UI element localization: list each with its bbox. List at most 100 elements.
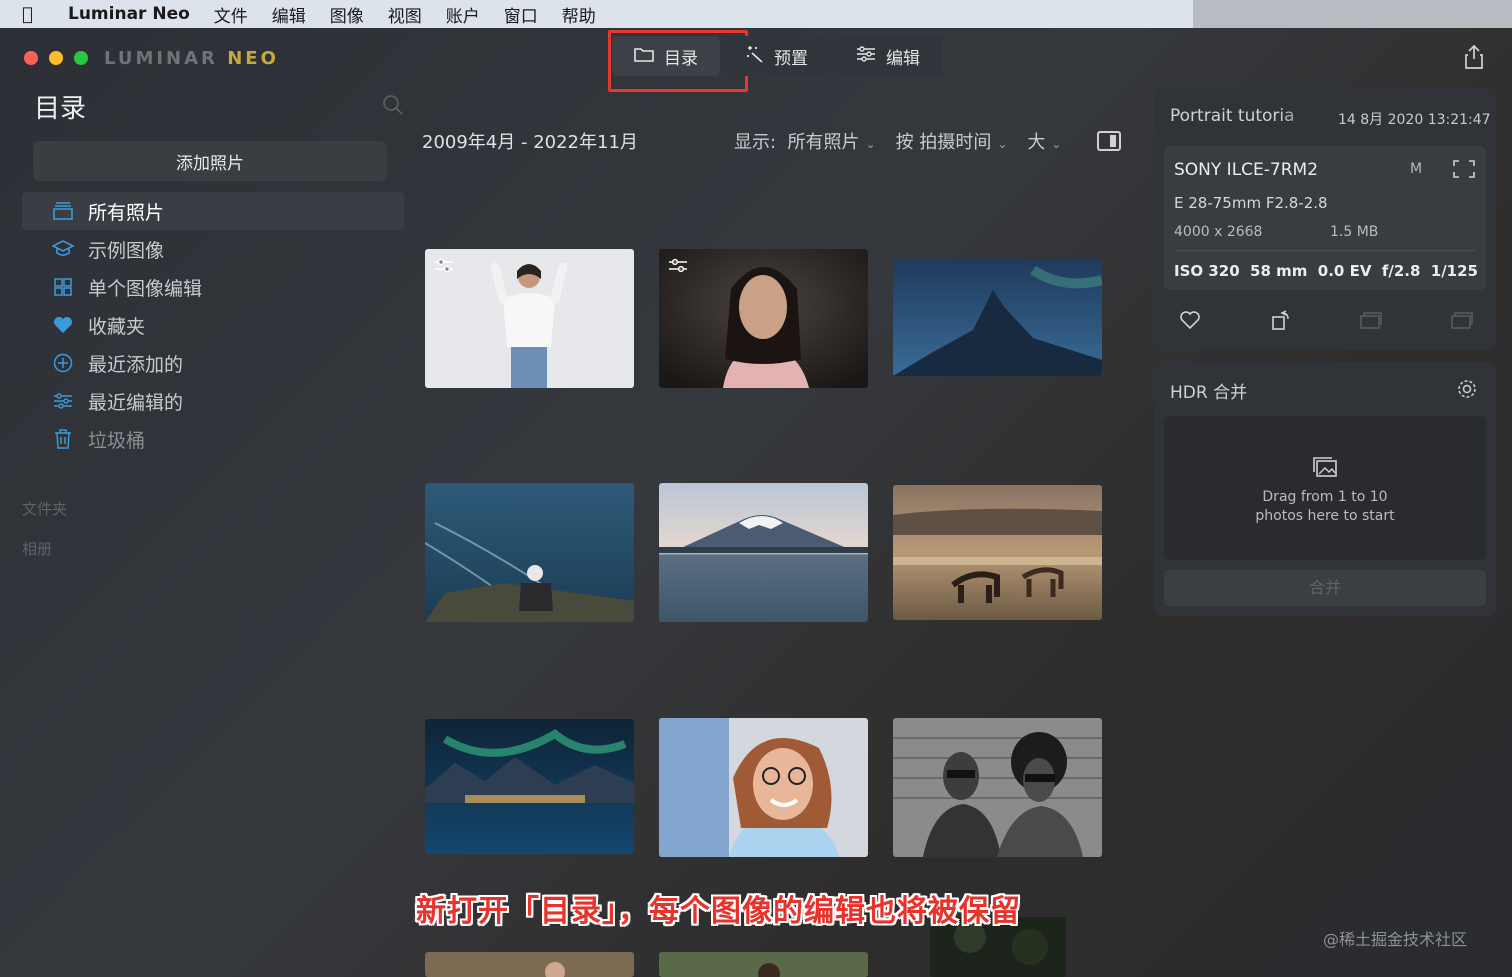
apple-icon[interactable]:  [22,4,44,25]
sidebar-item-label: 示例图像 [88,239,165,262]
date-range: 2009年4月 - 2022年11月 [422,132,638,153]
sidebar-item-sample-images[interactable]: 示例图像 [22,230,404,268]
gear-icon[interactable] [1456,378,1478,400]
top-tabs: 目录 预置 编辑 [612,36,942,78]
sidebar-title: 目录 [34,94,87,124]
chevron-down-icon: ⌄ [997,137,1008,151]
camera-model: SONY ILCE-7RM2 [1174,160,1319,180]
photo-thumb-portrait-woman[interactable] [659,249,868,388]
photo-thumb-portrait-white[interactable] [425,249,634,388]
filter-bar: 显示: 所有照片 ⌄ 按 拍摄时间 ⌄ 大 ⌄ [734,128,1061,154]
edited-badge-icon [433,257,455,275]
graduation-cap-icon [52,238,74,260]
sidebar-item-label: 收藏夹 [88,315,146,338]
thumbnail-size-dropdown[interactable]: 大 ⌄ [1027,128,1061,154]
app-window: LUMINAR NEO 目录 预置 编辑 目录 添加照片 所有照片 示例图像 单… [0,28,1512,977]
edited-badge-icon [667,257,689,275]
menu-app-name[interactable]: Luminar Neo [68,4,190,24]
stack-copy-icon[interactable] [1359,308,1383,332]
share-icon[interactable] [1462,44,1486,70]
photo-thumb-smiling-woman[interactable] [659,718,868,857]
image-info-panel: Portrait tutoria 14 8月 2020 13:21:47 SON… [1154,88,1496,350]
rotate-icon[interactable] [1269,308,1293,332]
photo-thumb-partial-2[interactable] [659,952,868,977]
tab-presets[interactable]: 预置 [724,36,830,76]
exif-focal-length: 58 mm [1250,262,1308,280]
sort-dropdown[interactable]: 按 拍摄时间 ⌄ [896,128,1008,154]
section-folders[interactable]: 文件夹 [22,498,67,519]
sidebar-item-recently-edited[interactable]: 最近编辑的 [22,382,404,420]
menu-account[interactable]: 账户 [446,2,480,27]
macos-menubar:  Luminar Neo 文件 编辑 图像 视图 账户 窗口 帮助 [0,0,1193,28]
stack-layers-icon[interactable] [1450,308,1474,332]
panel-toggle-icon[interactable] [1097,131,1121,151]
plus-circle-icon [52,352,74,374]
sidebar-item-favorites[interactable]: 收藏夹 [22,306,404,344]
exif-exposure-comp: 0.0 EV [1317,262,1372,280]
menu-edit[interactable]: 编辑 [272,2,306,27]
capture-date: 14 8月 2020 13:21:47 [1338,112,1491,128]
hdr-title: HDR 合并 [1170,383,1248,403]
crop-frame-icon [1453,160,1475,178]
tab-presets-label: 预置 [774,48,808,69]
magic-wand-icon [746,45,764,68]
sidebar-item-single-edits[interactable]: 单个图像编辑 [22,268,404,306]
heart-icon[interactable] [1178,308,1202,332]
menu-file[interactable]: 文件 [214,2,248,27]
trash-icon [52,428,74,450]
camera-info-box: SONY ILCE-7RM2 M E 28-75mm F2.8-2.8 4000… [1164,146,1486,290]
tab-edit[interactable]: 编辑 [834,36,942,76]
photo-thumb-night-mountain[interactable] [893,260,1102,376]
menu-image[interactable]: 图像 [330,2,364,27]
tab-edit-label: 编辑 [886,48,920,69]
sidebar-item-all-photos[interactable]: 所有照片 [22,192,404,230]
sidebar-item-trash[interactable]: 垃圾桶 [22,420,404,458]
tab-catalog-label: 目录 [664,48,698,69]
show-filter-dropdown[interactable]: 显示: 所有照片 ⌄ [734,128,876,154]
search-icon[interactable] [382,94,404,116]
app-logo: LUMINAR NEO [104,48,279,69]
sidebar-item-recently-added[interactable]: 最近添加的 [22,344,404,382]
exif-aperture: f/2.8 [1381,262,1421,280]
hdr-drop-text: Drag from 1 to 10 photos here to start [1255,489,1395,524]
divider [1174,250,1476,251]
sidebar-item-label: 垃圾桶 [88,429,146,452]
sliders-icon [52,390,74,412]
zoom-window-button[interactable] [74,51,88,65]
sliders-icon [856,45,876,67]
exif-row: ISO 320 58 mm 0.0 EV f/2.8 1/125 [1174,262,1478,280]
tab-catalog[interactable]: 目录 [612,36,720,76]
hdr-drop-zone[interactable]: Drag from 1 to 10 photos here to start [1164,416,1486,560]
watermark: @稀土掘金技术社区 [1323,930,1468,949]
add-photos-button[interactable]: 添加照片 [33,141,387,181]
images-icon [1312,456,1338,478]
photo-thumb-fuji[interactable] [659,483,868,622]
sidebar-nav: 所有照片 示例图像 单个图像编辑 收藏夹 最近添加的 最近编辑的 垃圾桶 [22,192,404,458]
chevron-down-icon: ⌄ [865,137,876,151]
stack-icon [52,200,74,222]
menubar-status-area [1193,0,1512,28]
close-window-button[interactable] [24,51,38,65]
annotation-caption: 新打开「目录」，每个图像的编辑也将被保留 [416,894,1021,929]
sidebar-item-label: 单个图像编辑 [88,277,203,300]
minimize-window-button[interactable] [49,51,63,65]
photo-thumb-bw-couple[interactable] [893,718,1102,857]
photo-thumb-horses[interactable] [893,485,1102,620]
menu-view[interactable]: 视图 [388,2,422,27]
sidebar-item-label: 最近添加的 [88,353,184,376]
menu-help[interactable]: 帮助 [562,2,596,27]
sidebar-item-label: 所有照片 [88,201,165,224]
merge-button[interactable]: 合并 [1164,570,1486,606]
image-resolution: 4000 x 2668 [1174,224,1263,240]
photo-thumb-aurora[interactable] [425,719,634,854]
exif-shutter: 1/125 [1430,262,1478,280]
folder-icon [634,46,654,67]
chevron-down-icon: ⌄ [1051,137,1062,151]
lens-info: E 28-75mm F2.8-2.8 [1174,194,1328,212]
photo-thumb-partial-1[interactable] [425,952,634,977]
menu-window[interactable]: 窗口 [504,2,538,27]
hdr-merge-panel: HDR 合并 Drag from 1 to 10 photos here to … [1154,362,1496,616]
section-albums[interactable]: 相册 [22,538,52,559]
image-title: Portrait tutoria [1170,106,1320,126]
photo-thumb-sea-man[interactable] [425,483,634,622]
